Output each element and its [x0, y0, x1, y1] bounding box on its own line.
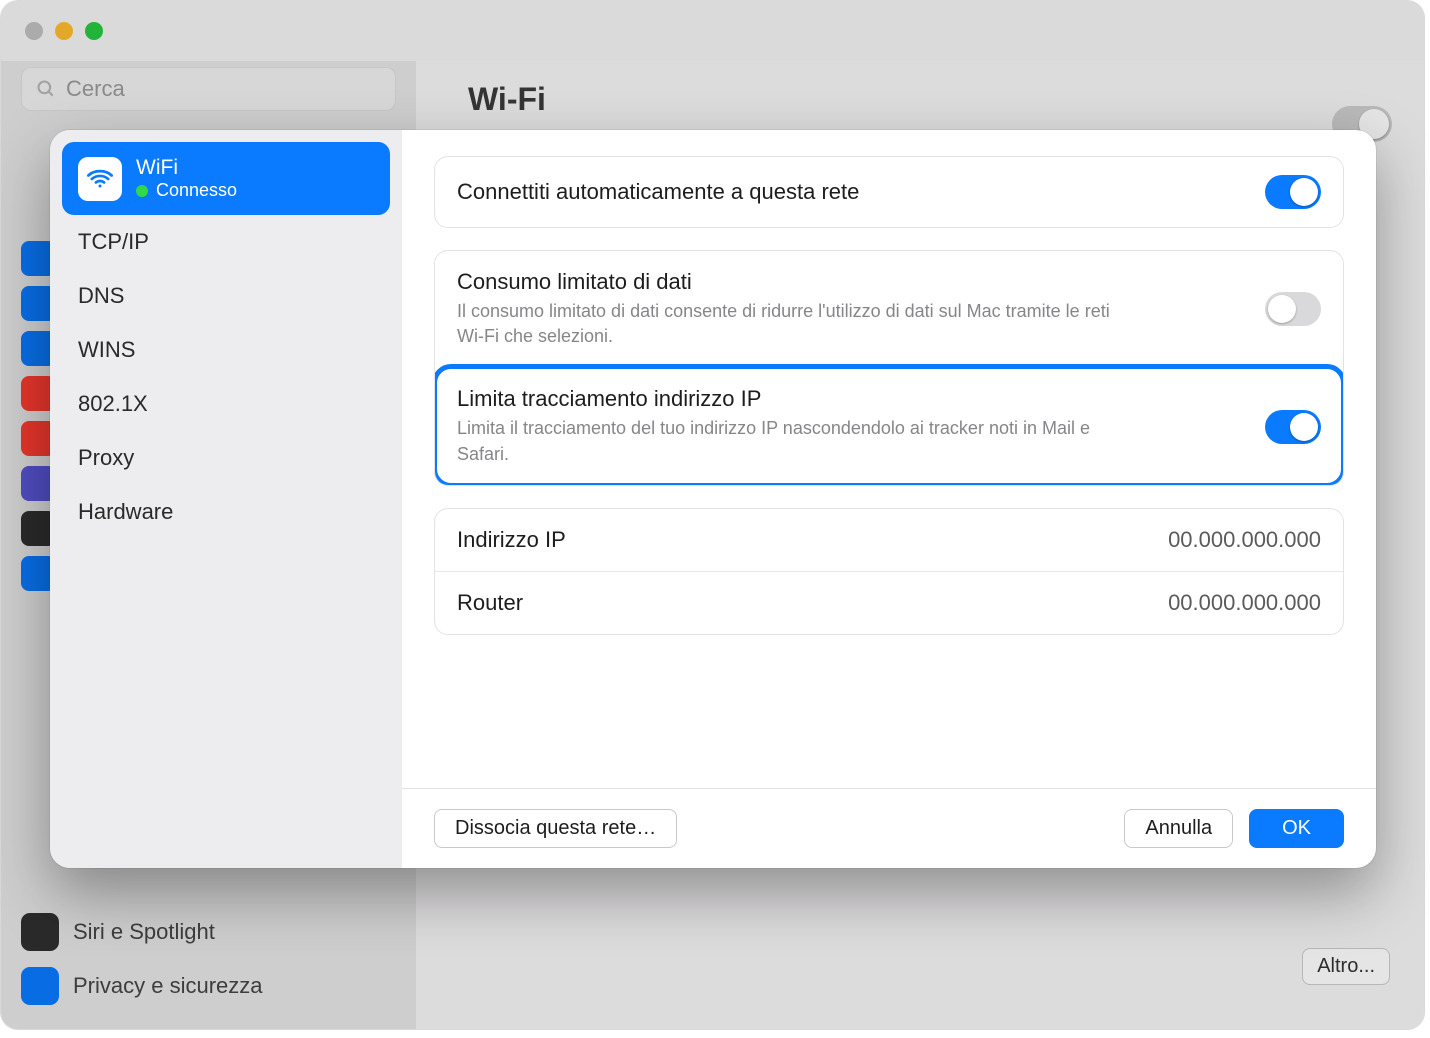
ip-info-card: Indirizzo IP 00.000.000.000 Router 00.00… [434, 508, 1344, 635]
router-label: Router [457, 590, 523, 616]
ip-address-label: Indirizzo IP [457, 527, 566, 553]
router-row: Router 00.000.000.000 [435, 571, 1343, 634]
sidebar-item-proxy[interactable]: Proxy [62, 431, 390, 485]
sidebar-item-802-1x[interactable]: 802.1X [62, 377, 390, 431]
modal-main: Connettiti automaticamente a questa rete… [402, 130, 1376, 868]
ok-button[interactable]: OK [1249, 809, 1344, 848]
auto-join-card: Connettiti automaticamente a questa rete [434, 156, 1344, 228]
limit-ip-desc: Limita il tracciamento del tuo indirizzo… [457, 416, 1137, 466]
sidebar-item-wins[interactable]: WINS [62, 323, 390, 377]
modal-body: Connettiti automaticamente a questa rete… [402, 130, 1376, 788]
low-data-toggle[interactable] [1265, 292, 1321, 326]
modal-sidebar: WiFi Connesso TCP/IPDNSWINS802.1XProxyHa… [50, 130, 402, 868]
limit-ip-label: Limita tracciamento indirizzo IP [457, 386, 1137, 412]
limit-ip-toggle[interactable] [1265, 410, 1321, 444]
sidebar-item-tcp-ip[interactable]: TCP/IP [62, 215, 390, 269]
auto-join-label: Connettiti automaticamente a questa rete [457, 179, 859, 205]
sidebar-wifi-title: WiFi [136, 156, 237, 180]
sidebar-wifi-status: Connesso [136, 180, 237, 201]
sidebar-item-dns[interactable]: DNS [62, 269, 390, 323]
sidebar-wifi-status-text: Connesso [156, 180, 237, 201]
modal-footer: Dissocia questa rete… Annulla OK [402, 788, 1376, 868]
cancel-button[interactable]: Annulla [1124, 809, 1233, 848]
low-data-desc: Il consumo limitato di dati consente di … [457, 299, 1137, 349]
sidebar-item-hardware[interactable]: Hardware [62, 485, 390, 539]
status-dot-icon [136, 185, 148, 197]
wifi-icon [78, 157, 122, 201]
router-value: 00.000.000.000 [1168, 590, 1321, 616]
limit-ip-row: Limita tracciamento indirizzo IP Limita … [435, 367, 1343, 484]
network-details-modal: WiFi Connesso TCP/IPDNSWINS802.1XProxyHa… [50, 130, 1376, 868]
auto-join-toggle[interactable] [1265, 175, 1321, 209]
data-tracking-card: Consumo limitato di dati Il consumo limi… [434, 250, 1344, 486]
ip-address-row: Indirizzo IP 00.000.000.000 [435, 509, 1343, 571]
low-data-row: Consumo limitato di dati Il consumo limi… [435, 251, 1343, 367]
auto-join-row: Connettiti automaticamente a questa rete [435, 157, 1343, 227]
forget-network-button[interactable]: Dissocia questa rete… [434, 809, 677, 848]
sidebar-item-wifi[interactable]: WiFi Connesso [62, 142, 390, 215]
ip-address-value: 00.000.000.000 [1168, 527, 1321, 553]
low-data-label: Consumo limitato di dati [457, 269, 1137, 295]
